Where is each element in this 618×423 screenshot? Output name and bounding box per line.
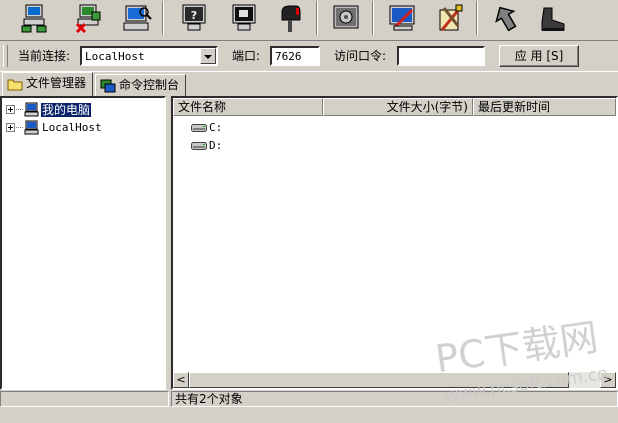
current-connection-label: 当前连接: xyxy=(18,49,71,63)
tab-file-manager-label: 文件管理器 xyxy=(26,76,87,90)
status-bar: 共有2个对象 xyxy=(0,390,618,407)
tree-label: LocalHost xyxy=(42,121,102,134)
directory-tree[interactable]: 我的电脑 LocalHost xyxy=(0,96,166,390)
help-monitor-icon: ? xyxy=(182,4,206,31)
toolbar-separator xyxy=(316,1,318,35)
tree-connector xyxy=(16,127,23,128)
status-cell-empty xyxy=(0,391,169,407)
toolbar-grip xyxy=(3,45,8,67)
network-computer-icon xyxy=(21,4,47,33)
tree-node-localhost[interactable]: LocalHost xyxy=(6,120,156,136)
list-item[interactable]: D: xyxy=(191,138,251,154)
boot-exit-icon xyxy=(541,7,565,31)
svg-text:?: ? xyxy=(191,9,197,22)
folder-icon xyxy=(7,79,23,90)
tree-node-my-computer[interactable]: 我的电脑 xyxy=(6,102,156,118)
mailbox-button[interactable] xyxy=(272,1,308,35)
edit-screen-icon xyxy=(389,5,415,31)
expand-icon[interactable] xyxy=(6,123,15,132)
password-field[interactable] xyxy=(397,46,485,66)
tree-label: 我的电脑 xyxy=(39,102,93,118)
column-header-name[interactable]: 文件名称 xyxy=(173,98,323,116)
disconnect-button[interactable] xyxy=(70,1,106,35)
connection-select-value: LocalHost xyxy=(85,50,145,63)
tab-command-console-label: 命令控制台 xyxy=(119,78,180,92)
toolbar-separator xyxy=(372,1,374,35)
port-field[interactable]: 7626 xyxy=(270,46,320,66)
apply-button[interactable]: 应 用 [S] xyxy=(499,45,579,67)
screen-monitor-icon xyxy=(232,4,256,31)
edit-screen-button[interactable] xyxy=(384,1,420,35)
toolbar-separator xyxy=(162,1,164,35)
tools-config-button[interactable] xyxy=(432,1,468,35)
help-monitor-button[interactable]: ? xyxy=(176,1,212,35)
chevron-down-icon[interactable] xyxy=(200,48,216,64)
computer-icon xyxy=(24,102,39,117)
tree-connector xyxy=(16,109,23,110)
up-arrow-icon xyxy=(495,6,517,32)
tab-command-console[interactable]: 命令控制台 xyxy=(95,74,187,96)
expand-icon[interactable] xyxy=(6,105,15,114)
settings-gear-icon xyxy=(333,5,359,29)
list-item[interactable]: C: xyxy=(191,120,251,136)
search-computer-icon xyxy=(123,5,152,31)
main-toolbar: ? xyxy=(0,0,618,36)
connection-bar: 当前连接: LocalHost 端口: 7626 访问口令: 应 用 [S] xyxy=(0,40,618,72)
port-label: 端口: xyxy=(232,49,261,63)
computer-icon xyxy=(24,120,39,135)
search-computer-button[interactable] xyxy=(118,1,154,35)
screen-monitor-button[interactable] xyxy=(226,1,262,35)
settings-button[interactable] xyxy=(328,1,364,35)
password-label: 访问口令: xyxy=(334,49,387,63)
toolbar-separator xyxy=(476,1,478,35)
file-list[interactable]: 文件名称 文件大小(字节) 最后更新时间 C: D: < > xyxy=(171,96,618,390)
column-header-modified[interactable]: 最后更新时间 xyxy=(473,98,616,116)
exit-button[interactable] xyxy=(534,1,570,35)
connection-select[interactable]: LocalHost xyxy=(80,46,218,66)
scroll-left-button[interactable]: < xyxy=(173,372,189,388)
scroll-thumb[interactable] xyxy=(189,372,569,388)
mailbox-icon xyxy=(281,5,301,32)
disconnect-computer-icon xyxy=(75,4,101,34)
drive-icon xyxy=(191,124,207,132)
status-text: 共有2个对象 xyxy=(171,391,618,407)
column-header-size[interactable]: 文件大小(字节) xyxy=(323,98,473,116)
drive-icon xyxy=(191,142,207,150)
tools-config-icon xyxy=(439,4,463,31)
network-computer-button[interactable] xyxy=(16,1,52,35)
console-icon xyxy=(100,79,116,92)
drive-label: D: xyxy=(209,139,223,152)
drive-label: C: xyxy=(209,121,223,134)
tab-strip: 文件管理器 命令控制台 xyxy=(0,72,618,96)
scroll-right-button[interactable]: > xyxy=(600,372,616,388)
tab-file-manager[interactable]: 文件管理器 xyxy=(2,72,94,96)
horizontal-scrollbar[interactable]: < > xyxy=(173,372,616,388)
up-button[interactable] xyxy=(488,1,524,35)
port-value: 7626 xyxy=(275,50,302,63)
